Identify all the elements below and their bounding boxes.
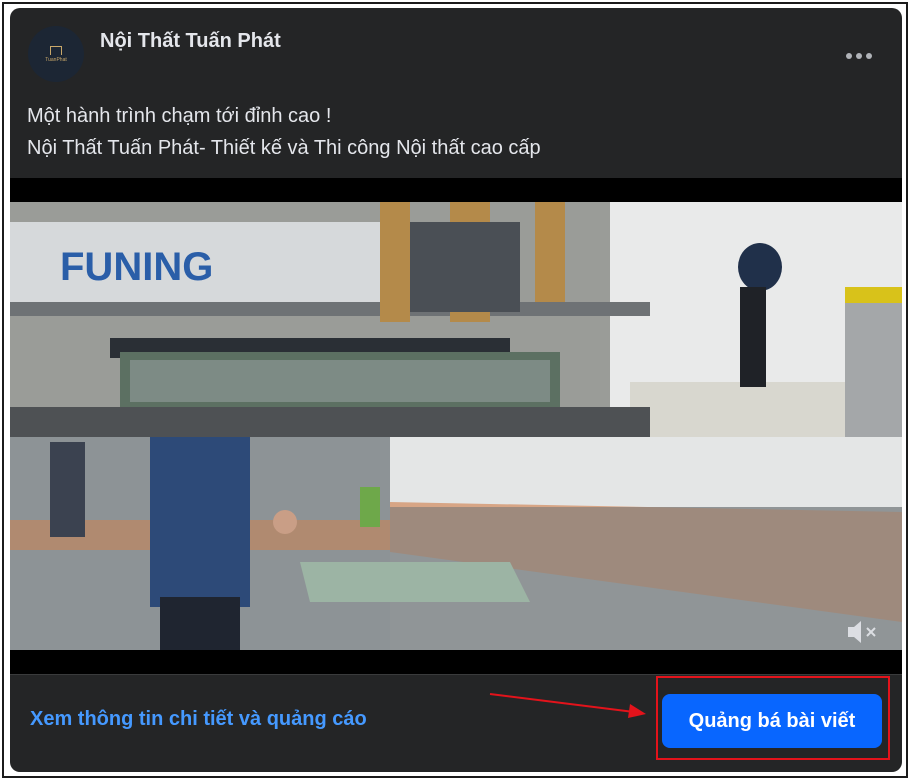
annotation-arrow-icon [489, 693, 646, 718]
insights-and-ads-link[interactable]: Xem thông tin chi tiết và quảng cáo [30, 708, 367, 731]
video-frame: FUNING [10, 202, 902, 650]
speaker-muted-icon [848, 621, 876, 643]
machine-brand-text: FUNING [60, 245, 213, 289]
logo-text: TuanPhat [45, 56, 67, 63]
caption-line: Một hành trình chạm tới đỉnh cao ! [27, 105, 332, 127]
more-options-button[interactable] [846, 40, 872, 66]
post-card: TuanPhat Nội Thất Tuấn Phát Một hành trì… [10, 8, 902, 772]
caption-line: Nội Thất Tuấn Phát- Thiết kế và Thi công… [27, 137, 541, 159]
post-caption: Một hành trình chạm tới đỉnh cao ! Nội T… [27, 100, 541, 164]
more-horizontal-icon [846, 53, 872, 59]
page-avatar[interactable]: TuanPhat [28, 26, 84, 82]
footer-divider [10, 674, 902, 675]
video-player[interactable]: FUNING [10, 178, 902, 674]
page-name[interactable]: Nội Thất Tuấn Phát [100, 30, 281, 53]
mute-toggle[interactable] [846, 617, 880, 652]
logo-mark [50, 45, 62, 55]
brand-logo: TuanPhat [39, 44, 73, 64]
annotation-highlight-box [656, 676, 890, 760]
